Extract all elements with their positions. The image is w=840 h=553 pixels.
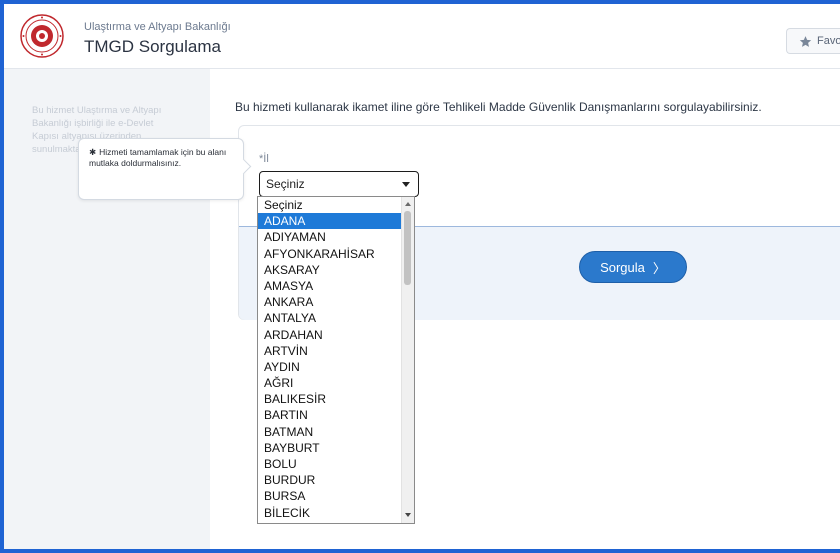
page-title: TMGD Sorgulama [84,37,221,56]
dropdown-option[interactable]: BAYBURT [258,440,403,456]
dropdown-option[interactable]: AKSARAY [258,262,403,278]
scroll-up-arrow-icon[interactable] [405,202,411,206]
dropdown-option[interactable]: AYDIN [258,359,403,375]
favorites-label: Favo [817,35,840,47]
tooltip-text: Hizmeti tamamlamak için bu alanı mutlaka… [89,147,227,168]
dropdown-option[interactable]: ADANA [258,213,403,230]
dropdown-option[interactable]: ADIYAMAN [258,229,403,245]
scrollbar-thumb[interactable] [404,211,411,285]
chevron-right-icon: 〉 [652,260,666,276]
dropdown-option[interactable]: AĞRI [258,375,403,391]
dropdown-option[interactable]: ARTVİN [258,343,403,359]
service-description: Bu hizmeti kullanarak ikamet iline göre … [235,100,762,114]
dropdown-scrollbar[interactable] [401,197,414,523]
province-field-label: *İl [259,153,269,165]
dropdown-option[interactable]: ARDAHAN [258,327,403,343]
dropdown-option[interactable]: BALIKESİR [258,391,403,407]
star-icon [799,35,812,47]
chevron-down-icon [402,182,410,187]
ministry-name[interactable]: Ulaştırma ve Altyapı Bakanlığı [84,21,231,33]
dropdown-option[interactable]: Seçiniz [258,197,403,213]
province-select[interactable]: Seçiniz [259,171,419,197]
favorites-button[interactable]: Favo [786,28,840,54]
page-frame: Ulaştırma ve Altyapı Bakanlığı TMGD Sorg… [4,4,840,549]
dropdown-option[interactable]: AMASYA [258,278,403,294]
dropdown-options: Seçiniz ADANA ADIYAMAN AFYONKARAHİSAR AKSARA… [258,197,403,521]
dropdown-option[interactable]: AFYONKARAHİSAR [258,246,403,262]
dropdown-option[interactable]: BURSA [258,488,403,504]
ministry-logo-icon[interactable] [20,14,64,58]
dropdown-option[interactable]: BOLU [258,456,403,472]
app-header: Ulaştırma ve Altyapı Bakanlığı TMGD Sorg… [4,4,840,69]
dropdown-option[interactable]: ANTALYA [258,310,403,326]
province-dropdown-list[interactable]: Seçiniz ADANA ADIYAMAN AFYONKARAHİSAR AKSARA… [257,196,415,524]
dropdown-option[interactable]: BİLECİK [258,505,403,521]
province-select-value: Seçiniz [266,177,305,191]
dropdown-option[interactable]: BATMAN [258,424,403,440]
asterisk-icon: ✱ [89,147,97,157]
dropdown-option[interactable]: BURDUR [258,472,403,488]
submit-button[interactable]: Sorgula 〉 [579,251,687,283]
required-field-tooltip: ✱ Hizmeti tamamlamak için bu alanı mutlak… [78,138,252,200]
submit-label: Sorgula [600,259,645,275]
scroll-down-arrow-icon[interactable] [405,513,411,517]
dropdown-option[interactable]: ANKARA [258,294,403,310]
dropdown-option[interactable]: BARTIN [258,407,403,423]
